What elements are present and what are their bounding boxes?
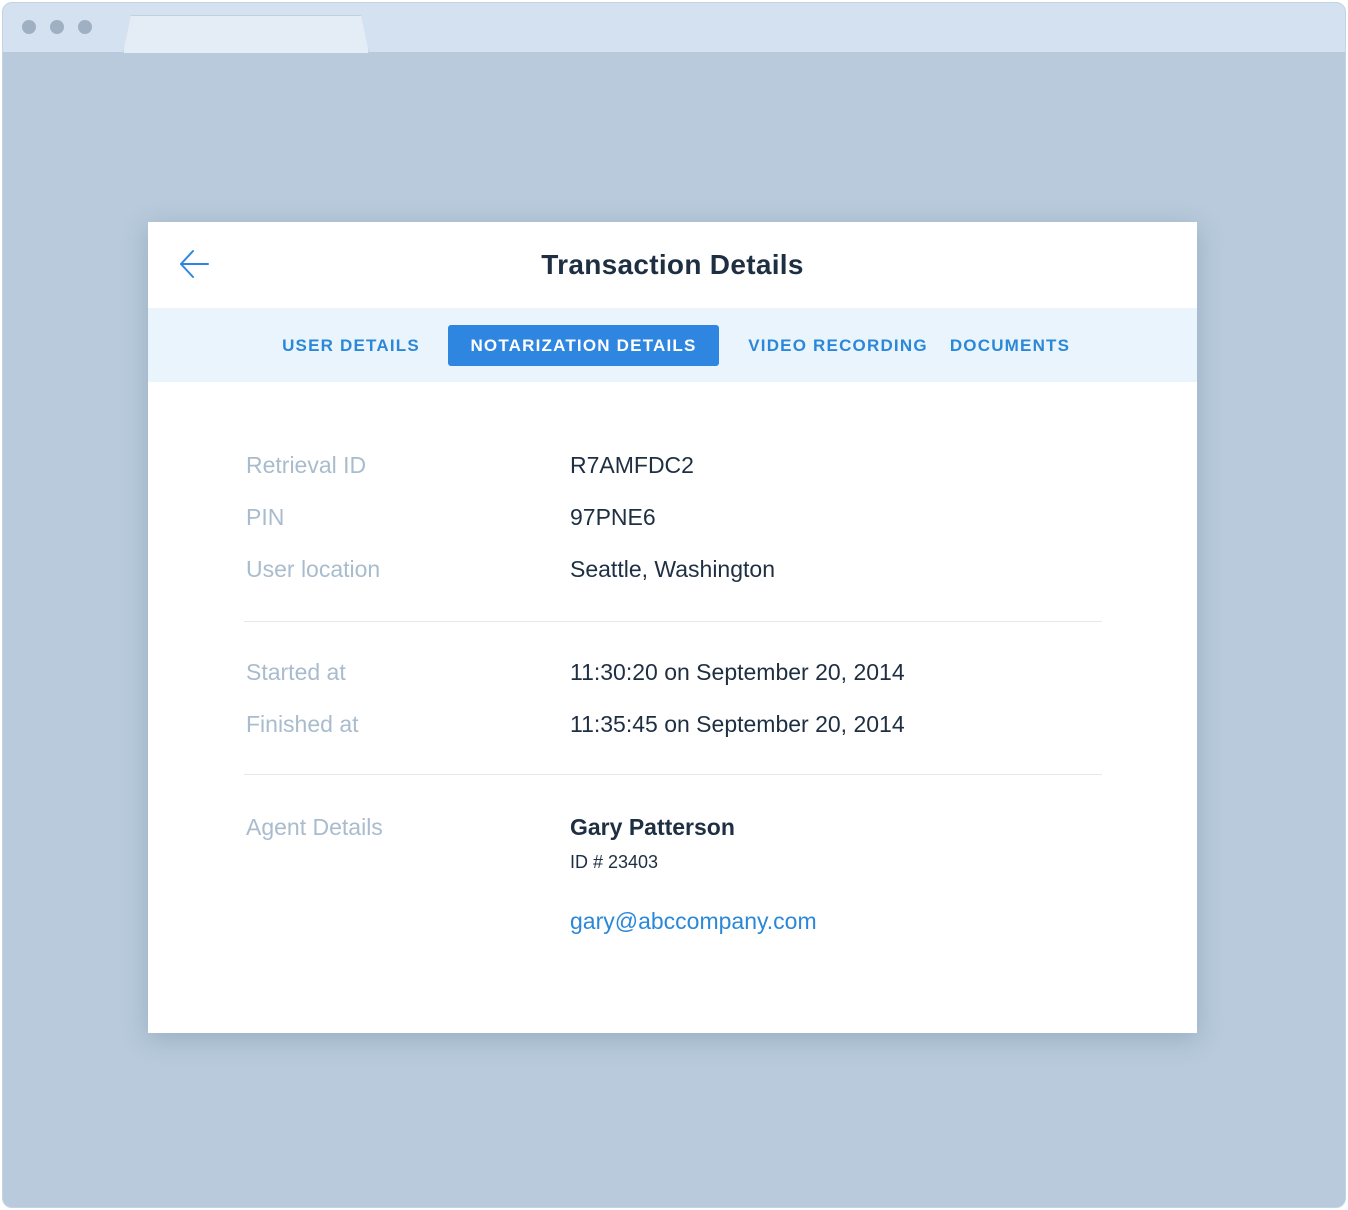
- browser-titlebar: [3, 3, 1345, 52]
- finished-at-label: Finished at: [246, 711, 359, 737]
- window-close-dot[interactable]: [22, 20, 36, 34]
- started-at-value: 11:30:20 on September 20, 2014: [570, 659, 905, 685]
- detail-row-pin: PIN 97PNE6: [148, 504, 1197, 544]
- card-header: Transaction Details: [148, 222, 1197, 308]
- back-button[interactable]: [176, 246, 212, 282]
- window-maximize-dot[interactable]: [78, 20, 92, 34]
- tab-documents[interactable]: DOCUMENTS: [945, 325, 1075, 366]
- retrieval-id-value: R7AMFDC2: [570, 452, 694, 478]
- detail-row-user-location: User location Seattle, Washington: [148, 556, 1197, 596]
- finished-at-value: 11:35:45 on September 20, 2014: [570, 711, 905, 737]
- page-title: Transaction Details: [541, 249, 804, 280]
- window-minimize-dot[interactable]: [50, 20, 64, 34]
- section-divider: [244, 774, 1102, 775]
- agent-name: Gary Patterson: [570, 814, 735, 840]
- agent-email-link[interactable]: gary@abccompany.com: [570, 908, 817, 935]
- started-at-label: Started at: [246, 659, 346, 685]
- agent-id: ID # 23403: [570, 852, 659, 872]
- detail-row-retrieval-id: Retrieval ID R7AMFDC2: [148, 452, 1197, 492]
- pin-value: 97PNE6: [570, 504, 656, 530]
- retrieval-id-label: Retrieval ID: [246, 452, 367, 478]
- detail-row-started-at: Started at 11:30:20 on September 20, 201…: [148, 659, 1197, 699]
- tab-bar: USER DETAILS NOTARIZATION DETAILS VIDEO …: [148, 308, 1197, 382]
- detail-row-agent: Agent Details Gary Patterson ID # 23403 …: [148, 814, 1197, 944]
- browser-tab[interactable]: [123, 15, 369, 53]
- arrow-left-icon: [180, 250, 209, 278]
- tab-user-details[interactable]: USER DETAILS: [276, 325, 426, 366]
- transaction-details-card: Transaction Details USER DETAILS NOTARIZ…: [148, 222, 1197, 1033]
- user-location-label: User location: [246, 556, 381, 582]
- tab-notarization-details[interactable]: NOTARIZATION DETAILS: [448, 325, 719, 366]
- detail-row-finished-at: Finished at 11:35:45 on September 20, 20…: [148, 711, 1197, 751]
- pin-label: PIN: [246, 504, 285, 530]
- tab-video-recording[interactable]: VIDEO RECORDING: [745, 325, 931, 366]
- agent-details-label: Agent Details: [246, 814, 383, 840]
- section-divider: [244, 621, 1102, 622]
- user-location-value: Seattle, Washington: [570, 556, 775, 582]
